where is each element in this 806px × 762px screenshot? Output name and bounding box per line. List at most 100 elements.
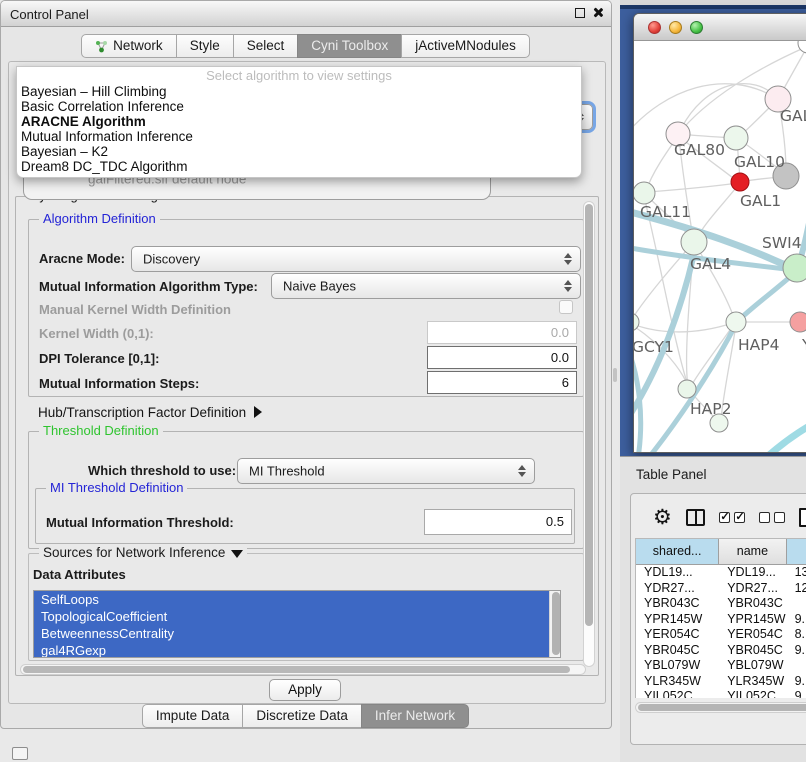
close-window-button[interactable] (648, 21, 661, 34)
sources-toggle[interactable]: Sources for Network Inference (39, 545, 247, 560)
settings-vertical-scrollbar[interactable] (583, 201, 595, 667)
combo-spinner-icon (564, 253, 572, 265)
screenshot-stage: Control Panel Network Style Select Cyni … (0, 0, 806, 762)
table-cell[interactable]: YDR27... (636, 581, 719, 597)
network-icon (95, 40, 108, 53)
table-cell[interactable]: YBL079W (719, 658, 786, 674)
network-node[interactable] (724, 126, 748, 150)
close-panel-icon[interactable] (592, 7, 603, 18)
tab-cyni-toolbox[interactable]: Cyni Toolbox (297, 34, 402, 58)
table-cell[interactable]: YER054C (636, 627, 719, 643)
network-node[interactable] (634, 182, 655, 204)
new-table-icon[interactable] (799, 508, 806, 527)
attribute-list-item[interactable]: BetweennessCentrality (34, 625, 560, 642)
attribute-list-item[interactable]: gal4RGexp (34, 642, 560, 658)
settings-horizontal-scrollbar[interactable] (20, 664, 586, 675)
table-cell[interactable]: YLR345W (636, 674, 719, 690)
mi-algorithm-type-label: Mutual Information Algorithm Type: (39, 279, 258, 294)
table-cell[interactable]: YBR045C (719, 643, 786, 659)
table-cell[interactable]: YPR145W (636, 612, 719, 628)
table-cell[interactable]: 9. (787, 643, 806, 659)
algorithm-option[interactable]: Dream8 DC_TDC Algorithm (17, 159, 581, 174)
select-all-columns-icon[interactable] (719, 512, 745, 523)
table-cell[interactable]: YBR043C (636, 596, 719, 612)
table-cell[interactable]: YLR345W (719, 674, 786, 690)
tab-jactivemnodules[interactable]: jActiveMNodules (401, 34, 530, 58)
attribute-list-item[interactable]: TopologicalCoefficient (34, 608, 560, 625)
table-column-header[interactable]: shared... (636, 539, 719, 565)
table-column-header[interactable]: name (719, 539, 786, 565)
mi-algorithm-type-combobox[interactable]: Naive Bayes (271, 273, 581, 299)
mi-steps-field[interactable]: 6 (427, 371, 577, 394)
panel-divider-grip[interactable] (613, 368, 617, 382)
algorithm-option[interactable]: Basic Correlation Inference (17, 99, 581, 114)
tab-impute-data[interactable]: Impute Data (142, 704, 244, 728)
network-node[interactable] (634, 313, 639, 331)
tab-style[interactable]: Style (176, 34, 234, 58)
algorithm-option[interactable]: ARACNE Algorithm (17, 114, 581, 129)
algorithm-option[interactable]: Bayesian – K2 (17, 144, 581, 159)
which-threshold-combobox[interactable]: MI Threshold (237, 458, 535, 484)
mi-threshold-field[interactable]: 0.5 (424, 509, 572, 535)
network-node[interactable] (726, 312, 746, 332)
zoom-window-button[interactable] (690, 21, 703, 34)
table-body: YDL19...YDL19...13YDR27...YDR27...12YBR0… (636, 565, 806, 698)
desktop-top-border (620, 5, 806, 9)
attribute-list-item[interactable]: SelfLoops (34, 591, 560, 608)
table-cell[interactable]: 12 (787, 581, 806, 597)
collapsed-arrow-icon (254, 406, 262, 418)
table-horizontal-scrollbar[interactable] (635, 702, 806, 713)
gear-icon[interactable]: ⚙ (653, 507, 672, 528)
apply-button[interactable]: Apply (269, 679, 341, 701)
table-cell[interactable]: YBR043C (719, 596, 786, 612)
manual-kernel-width-label: Manual Kernel Width Definition (39, 302, 231, 317)
hub-definition-toggle[interactable]: Hub/Transcription Factor Definition (38, 405, 262, 420)
table-cell[interactable]: YDL19... (719, 565, 786, 581)
table-cell[interactable]: YDL19... (636, 565, 719, 581)
table-cell[interactable]: YBR045C (636, 643, 719, 659)
table-cell[interactable]: 9. (787, 612, 806, 628)
algorithm-option[interactable]: Bayesian – Hill Climbing (17, 84, 581, 99)
tab-infer-network[interactable]: Infer Network (361, 704, 469, 728)
algorithm-dropdown: Select algorithm to view settings Bayesi… (16, 66, 582, 178)
table-column-header[interactable] (787, 539, 806, 565)
network-node[interactable] (681, 229, 707, 255)
table-row: YBR045CYBR045C9. (636, 643, 806, 659)
attributes-list-scrollbar[interactable] (549, 591, 560, 657)
control-panel-window: Control Panel Network Style Select Cyni … (0, 0, 612, 729)
table-cell[interactable]: YIL052C (719, 689, 786, 698)
table-cell[interactable]: YDR27... (719, 581, 786, 597)
network-canvas[interactable]: GALGAL80GAL10GAL1GAL11GAL4SWI4GCY1HAP4YH… (634, 41, 806, 452)
data-attributes-items: SelfLoopsTopologicalCoefficientBetweenne… (34, 591, 560, 658)
dpi-tolerance-field[interactable]: 0.0 (427, 346, 577, 369)
table-cell[interactable]: YPR145W (719, 612, 786, 628)
algorithm-option[interactable]: Mutual Information Inference (17, 129, 581, 144)
aracne-mode-combobox[interactable]: Discovery (131, 246, 581, 272)
network-node[interactable] (790, 312, 806, 332)
network-node[interactable] (798, 41, 806, 53)
network-node[interactable] (731, 173, 749, 191)
network-node-label: GAL4 (690, 255, 731, 273)
tab-discretize-data[interactable]: Discretize Data (242, 704, 362, 728)
mi-threshold-definition-group: MI Threshold Definition Mutual Informati… (35, 488, 575, 544)
table-cell[interactable]: 9. (787, 674, 806, 690)
manual-kernel-width-checkbox[interactable] (559, 300, 573, 314)
table-cell[interactable] (787, 658, 806, 674)
network-node[interactable] (678, 380, 696, 398)
tab-network[interactable]: Network (81, 34, 177, 58)
minimize-window-button[interactable] (669, 21, 682, 34)
table-cell[interactable]: YER054C (719, 627, 786, 643)
table-cell[interactable]: 13 (787, 565, 806, 581)
columns-icon[interactable] (686, 509, 705, 526)
network-node[interactable] (783, 254, 806, 282)
float-window-icon[interactable] (575, 8, 585, 18)
table-cell[interactable]: YIL052C (636, 689, 719, 698)
tab-select[interactable]: Select (233, 34, 299, 58)
table-cell[interactable] (787, 596, 806, 612)
table-cell[interactable]: YBL079W (636, 658, 719, 674)
table-cell[interactable]: 8. (787, 627, 806, 643)
minimized-panel-icon[interactable] (12, 747, 28, 760)
deselect-all-columns-icon[interactable] (759, 512, 785, 523)
kernel-width-field[interactable]: 0.0 (427, 321, 577, 344)
table-cell[interactable]: 9. (787, 689, 806, 698)
